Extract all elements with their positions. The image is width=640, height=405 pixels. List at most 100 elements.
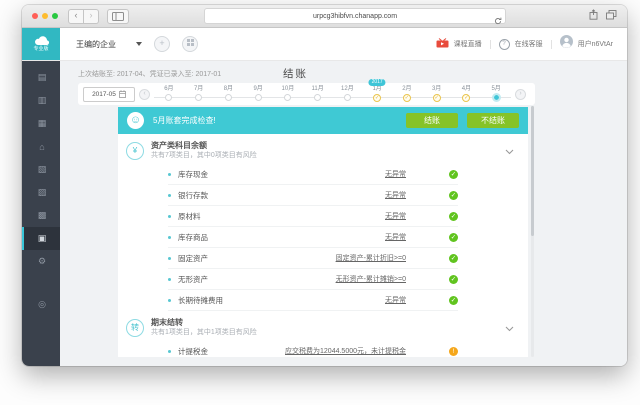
voucher-icon: ▤	[38, 72, 47, 83]
month-current-icon	[492, 93, 501, 102]
main-content: 上次结账至: 2017-04、凭证已录入至: 2017-01 结账 2017-0…	[60, 61, 627, 366]
timeline-month-4月[interactable]: 4月✓	[452, 83, 482, 105]
sidebar-item-invoice[interactable]: ▩	[22, 204, 60, 227]
month-label: 7月	[194, 85, 203, 93]
month-checked-icon: ✓	[433, 94, 441, 102]
close-window-button[interactable]	[32, 13, 38, 19]
bullet-icon	[168, 194, 171, 197]
check-row: 库存现金无异常✓	[168, 164, 458, 185]
address-bar[interactable]: urpcg3hibfvn.chanapp.com	[204, 8, 506, 24]
page-title: 结账	[60, 66, 531, 81]
minimize-window-button[interactable]	[42, 13, 48, 19]
timeline-month-3月[interactable]: 3月✓	[422, 83, 452, 105]
avatar	[560, 35, 573, 53]
month-checked-icon: ✓	[403, 94, 411, 102]
app-header: 专业版 王编的企业 + 课程直播 ? 在线客服 用户n6VtAr	[22, 28, 627, 61]
row-detail-link[interactable]: 无形资产-累计摊销>=0	[336, 274, 406, 284]
row-detail-link[interactable]: 无异常	[385, 232, 406, 242]
check-row: 银行存款无异常✓	[168, 185, 458, 206]
month-dot-icon	[225, 94, 232, 101]
sidebar-item-settings[interactable]: ⚙	[22, 250, 60, 273]
timeline-month-5月[interactable]: 5月	[481, 83, 511, 105]
check-row: 库存商品无异常✓	[168, 227, 458, 248]
row-label: 库存现金	[178, 169, 208, 180]
check-row: 计提税金应交税费为12044.5000元，未计提税金!	[168, 341, 458, 357]
sidebar-item-assets[interactable]: ⌂	[22, 135, 60, 158]
chevron-down-icon[interactable]	[136, 42, 142, 46]
sidebar-toggle-button[interactable]	[107, 9, 129, 24]
invoice-icon: ▩	[38, 210, 47, 221]
cancel-settle-button[interactable]: 不结账	[467, 113, 519, 128]
timeline-prev-button[interactable]: ‹	[139, 89, 150, 100]
month-label: 9月	[253, 85, 262, 93]
calendar-icon	[119, 90, 126, 98]
status-ok-icon: ✓	[449, 275, 458, 284]
month-label: 6月	[164, 85, 173, 93]
scrollbar[interactable]	[531, 106, 534, 357]
collapse-chevron-icon[interactable]	[505, 319, 514, 337]
timeline-month-6月[interactable]: 6月	[154, 83, 184, 105]
bullet-icon	[168, 257, 171, 260]
assets-icon: ⌂	[39, 142, 44, 152]
timeline-next-button[interactable]: ›	[515, 89, 526, 100]
inventory-icon: ▨	[38, 187, 47, 198]
grid-icon	[187, 39, 194, 46]
check-row: 无形资产无形资产-累计摊销>=0✓	[168, 269, 458, 290]
carryover-icon: 转	[126, 319, 144, 337]
row-label: 计提税金	[178, 346, 208, 357]
share-icon[interactable]	[589, 7, 598, 25]
collapse-chevron-icon[interactable]	[505, 142, 514, 160]
row-detail-link[interactable]: 固定资产-累计折旧>=0	[336, 253, 406, 263]
row-label: 库存商品	[178, 232, 208, 243]
sidebar-item-voucher[interactable]: ▤	[22, 66, 60, 89]
sidebar-item-salary[interactable]: ▧	[22, 158, 60, 181]
timeline-month-12月[interactable]: 12月	[333, 83, 363, 105]
forward-button[interactable]: ›	[84, 9, 99, 24]
timeline-months: 6月 7月 8月 9月 10月11月12月20171月✓2月✓3月✓4月✓5月	[154, 83, 511, 105]
bullet-icon	[168, 350, 171, 353]
month-dot-icon	[314, 94, 321, 101]
row-detail-link[interactable]: 应交税费为12044.5000元，未计提税金	[285, 346, 406, 356]
section-title: 资产类科目余额	[151, 141, 257, 151]
sidebar-item-inventory[interactable]: ▨	[22, 181, 60, 204]
company-name[interactable]: 王编的企业	[76, 39, 116, 50]
sidebar-item-reports[interactable]: ▦	[22, 112, 60, 135]
timeline-month-2月[interactable]: 2月✓	[392, 83, 422, 105]
timeline-month-8月[interactable]: 8月	[214, 83, 244, 105]
live-link[interactable]: 课程直播	[454, 39, 482, 49]
app-logo[interactable]: 专业版	[22, 28, 60, 60]
user-menu[interactable]: 用户n6VtAr	[578, 39, 613, 49]
timeline-month-1月[interactable]: 20171月✓	[362, 83, 392, 105]
sidebar-item-help[interactable]: ◎	[22, 293, 60, 316]
back-button[interactable]: ‹	[68, 9, 84, 24]
status-ok-icon: ✓	[449, 191, 458, 200]
row-label: 原材料	[178, 211, 201, 222]
tabs-icon[interactable]	[606, 7, 617, 25]
check-result-banner: ☺ 5月账套完成检查! 结账 不结账	[118, 107, 528, 134]
timeline-month-7月[interactable]: 7月	[184, 83, 214, 105]
scrollbar-thumb[interactable]	[531, 106, 534, 236]
sidebar-item-closing[interactable]: ▣	[22, 227, 60, 250]
refresh-icon[interactable]	[494, 12, 502, 30]
period-date-picker[interactable]: 2017-05	[83, 87, 135, 102]
closing-timeline: 2017-05 ‹ 6月 7月 8月 9月 10月11月12月20171月✓2月✓3月✓…	[78, 83, 535, 105]
settle-button[interactable]: 结账	[406, 113, 458, 128]
row-detail-link[interactable]: 无异常	[385, 295, 406, 305]
timeline-month-10月[interactable]: 10月	[273, 83, 303, 105]
mascot-icon: ☺	[127, 112, 144, 129]
status-ok-icon: ✓	[449, 254, 458, 263]
salary-icon: ▧	[38, 164, 47, 175]
check-row: 长期待摊费用无异常✓	[168, 290, 458, 311]
row-detail-link[interactable]: 无异常	[385, 211, 406, 221]
row-detail-link[interactable]: 无异常	[385, 169, 406, 179]
row-detail-link[interactable]: 无异常	[385, 190, 406, 200]
timeline-month-9月[interactable]: 9月	[243, 83, 273, 105]
sidebar-item-journal[interactable]: ▥	[22, 89, 60, 112]
add-account-button[interactable]: +	[154, 36, 170, 52]
timeline-month-11月[interactable]: 11月	[303, 83, 333, 105]
support-link[interactable]: 在线客服	[515, 39, 543, 49]
apps-grid-button[interactable]	[182, 36, 198, 52]
bullet-icon	[168, 236, 171, 239]
zoom-window-button[interactable]	[52, 13, 58, 19]
section-header-carryover: 转 期末结转 共有1项类目，其中1项类目有风险	[118, 311, 528, 341]
